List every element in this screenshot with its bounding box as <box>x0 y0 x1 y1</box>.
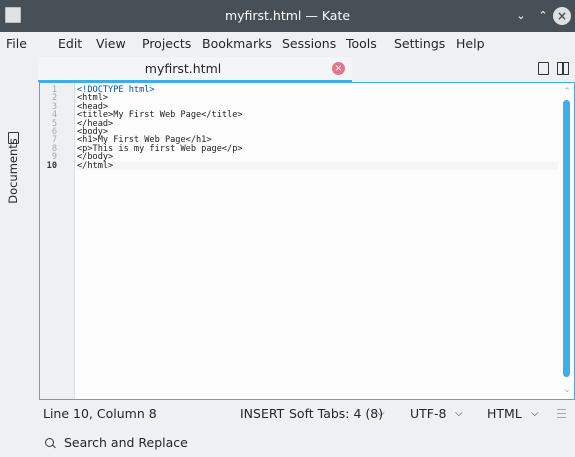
indentation-setting[interactable]: Soft Tabs: 4 (8) <box>289 400 383 428</box>
code-line[interactable]: <p>This is my first Web page</p> <box>77 144 558 153</box>
code-line[interactable]: <!DOCTYPE html> <box>77 85 558 94</box>
encoding-setting[interactable]: UTF-8 <box>410 400 446 428</box>
close-window-button[interactable]: × <box>553 7 571 25</box>
code-line[interactable]: <title>My First Web Page</title> <box>77 111 558 120</box>
cursor-position[interactable]: Line 10, Column 8 <box>43 400 157 428</box>
search-and-replace-button[interactable]: Search and Replace <box>64 429 188 457</box>
window-title: myfirst.html — Kate <box>224 8 351 23</box>
menu-tools[interactable]: Tools <box>346 32 377 56</box>
menu-projects[interactable]: Projects <box>142 32 191 56</box>
tab-label: myfirst.html <box>144 61 222 76</box>
search-icon <box>45 438 54 447</box>
scroll-down-icon[interactable]: ⌄ <box>562 385 572 395</box>
tab-close-button[interactable]: × <box>332 62 345 75</box>
code-line[interactable]: <html> <box>77 94 558 103</box>
split-view-icon[interactable] <box>556 61 570 75</box>
chevron-down-icon[interactable]: ⌵ <box>455 400 463 428</box>
new-document-icon[interactable] <box>536 61 550 75</box>
minimize-button[interactable]: ⌄ <box>511 6 531 26</box>
menu-bookmarks[interactable]: Bookmarks <box>202 32 272 56</box>
menu-sessions[interactable]: Sessions <box>282 32 336 56</box>
input-mode[interactable]: INSERT <box>240 400 284 428</box>
scrollbar-thumb[interactable] <box>563 100 570 377</box>
chevron-down-icon[interactable]: ⌵ <box>377 400 385 428</box>
tab-bar: myfirst.html × <box>38 57 574 82</box>
close-icon: × <box>556 9 568 23</box>
menu-file[interactable]: File <box>6 32 27 56</box>
code-line-current[interactable]: </html> <box>77 161 558 170</box>
chevron-up-icon: ⌃ <box>538 9 548 22</box>
menu-edit[interactable]: Edit <box>58 32 82 56</box>
chevron-down-icon[interactable]: ⌵ <box>531 400 539 428</box>
document-icon <box>8 132 19 144</box>
chevron-down-icon: ⌄ <box>516 9 526 22</box>
vertical-scrollbar[interactable]: ⌃ ⌄ <box>562 83 572 399</box>
documents-tab-label: Documents <box>6 138 20 204</box>
hamburger-menu-icon[interactable] <box>557 409 566 418</box>
line-number-gutter: 1 2 3 4 5 6 7 8 9 10 <box>40 83 75 399</box>
line-number-current: 10 <box>46 160 57 171</box>
title-bar: myfirst.html — Kate ⌄ ⌃ × <box>0 0 575 32</box>
left-sidebar: Documents <box>0 56 36 401</box>
menu-bar: File Edit View Projects Bookmarks Sessio… <box>0 32 575 56</box>
editor-area[interactable]: 1 2 3 4 5 6 7 8 9 10 <!DOCTYPE html> <ht… <box>39 82 575 400</box>
close-icon: × <box>334 63 343 74</box>
menu-settings[interactable]: Settings <box>394 32 445 56</box>
code-line[interactable]: </head> <box>77 119 558 128</box>
maximize-button[interactable]: ⌃ <box>533 6 553 26</box>
syntax-mode[interactable]: HTML <box>487 400 522 428</box>
menu-view[interactable]: View <box>96 32 126 56</box>
bottom-toolbar: Search and Replace <box>0 429 575 457</box>
scroll-up-icon[interactable]: ⌃ <box>562 87 572 97</box>
status-bar: Line 10, Column 8 INSERT Soft Tabs: 4 (8… <box>0 400 575 428</box>
tab-myfirst-html[interactable]: myfirst.html × <box>38 57 352 82</box>
menu-help[interactable]: Help <box>456 32 485 56</box>
code-line[interactable]: </body> <box>77 153 558 162</box>
